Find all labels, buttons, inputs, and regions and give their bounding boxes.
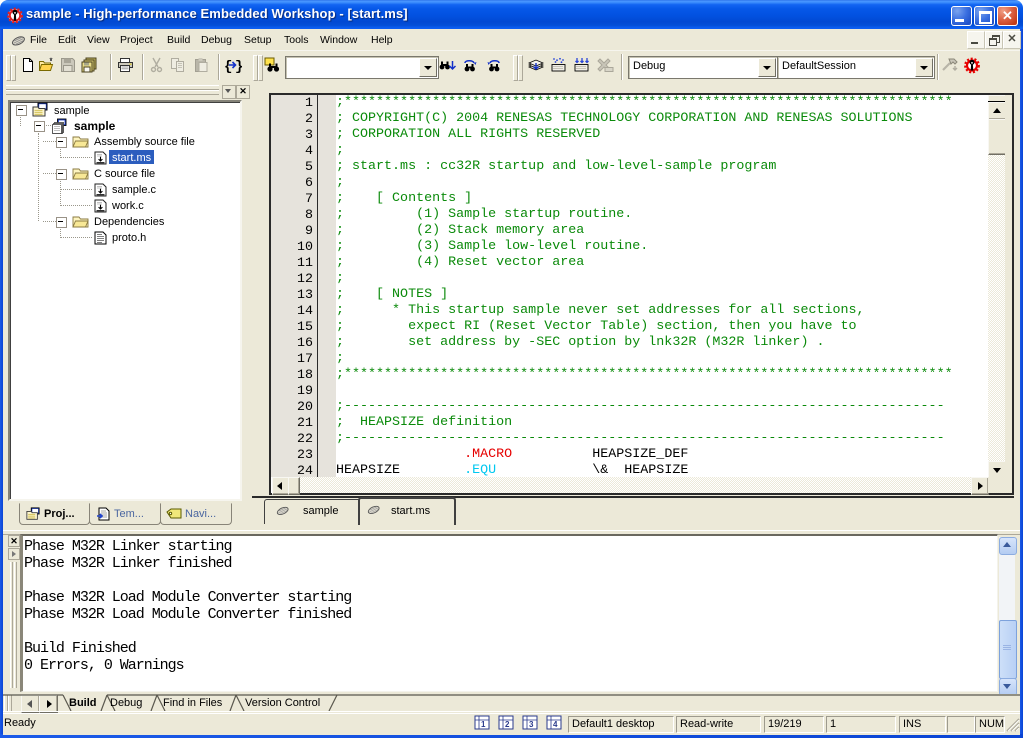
svg-text:{: { <box>224 59 232 73</box>
svg-text:4: 4 <box>553 720 558 729</box>
svg-text:}: } <box>235 59 242 73</box>
svg-text:1: 1 <box>481 720 486 729</box>
svg-text:3: 3 <box>529 720 534 729</box>
svg-text:2: 2 <box>505 720 510 729</box>
